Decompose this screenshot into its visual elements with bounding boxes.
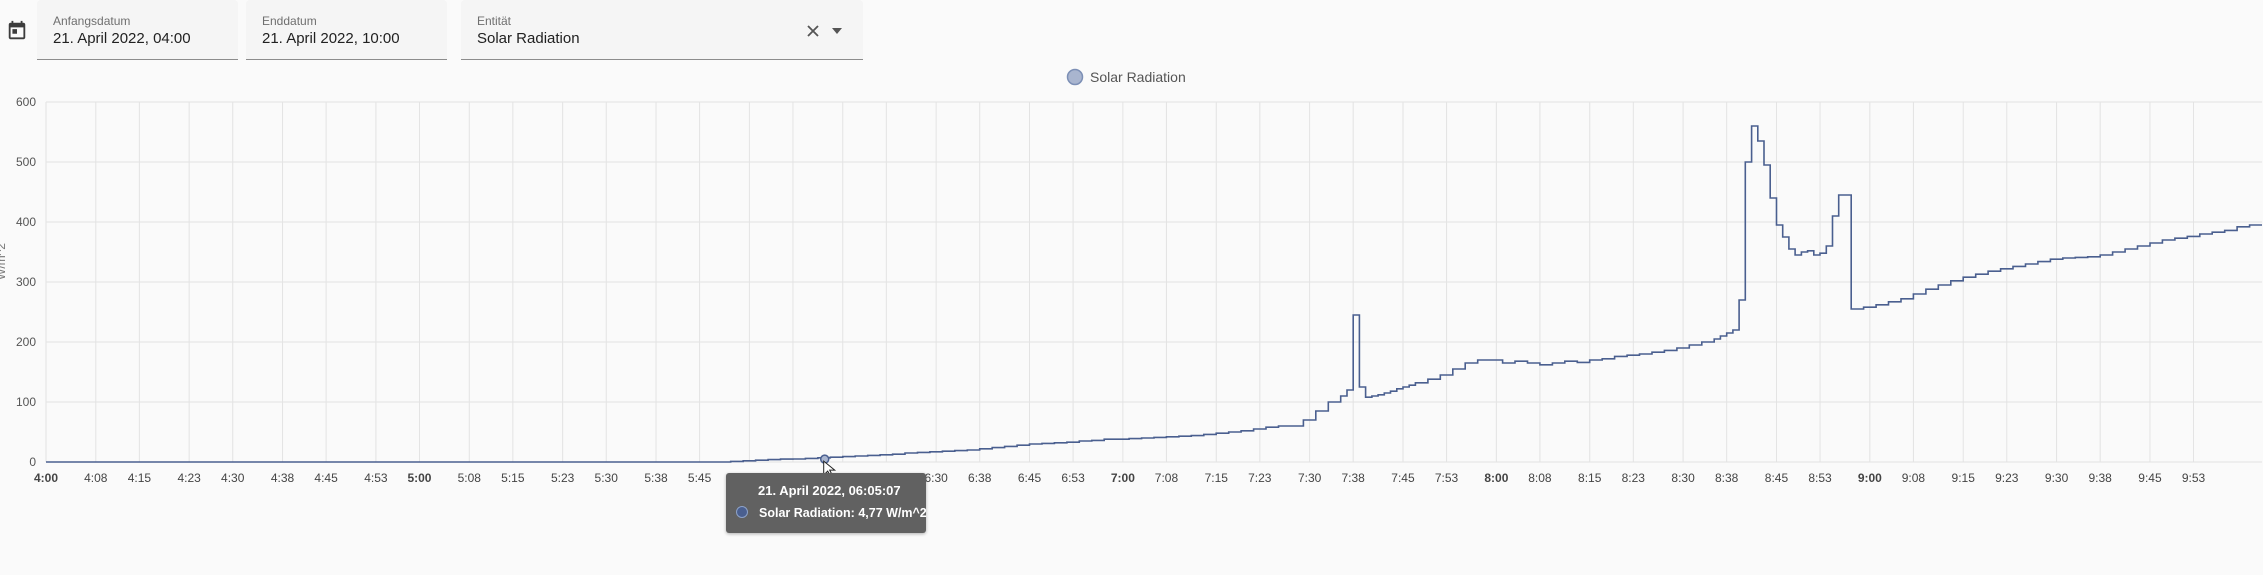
x-tick-label: 4:53 xyxy=(364,471,388,485)
y-tick-label: 600 xyxy=(16,95,36,109)
x-tick-label: 8:45 xyxy=(1765,471,1789,485)
x-tick-label: 9:08 xyxy=(1902,471,1926,485)
x-tick-label: 4:15 xyxy=(128,471,152,485)
y-tick-label: 300 xyxy=(16,275,36,289)
tooltip-title: 21. April 2022, 06:05:07 xyxy=(758,483,901,498)
legend-label-solar-radiation: Solar Radiation xyxy=(1090,69,1186,85)
x-tick-label: 6:38 xyxy=(968,471,992,485)
x-tick-label: 5:00 xyxy=(407,471,431,485)
x-tick-label: 4:00 xyxy=(34,471,58,485)
x-tick-label: 8:00 xyxy=(1484,471,1508,485)
x-tick-label: 5:15 xyxy=(501,471,525,485)
x-tick-label: 4:08 xyxy=(84,471,108,485)
x-tick-label: 7:08 xyxy=(1155,471,1179,485)
y-axis-label: W/m^2 xyxy=(0,243,8,280)
tooltip-value: Solar Radiation: 4,77 W/m^2 xyxy=(759,506,927,520)
x-tick-label: 6:45 xyxy=(1018,471,1042,485)
x-tick-label: 8:08 xyxy=(1528,471,1552,485)
x-tick-label: 6:53 xyxy=(1061,471,1085,485)
chart-tooltip: 21. April 2022, 06:05:07 Solar Radiation… xyxy=(726,473,927,533)
y-axis-ticks: 0 100 200 300 400 500 600 xyxy=(16,95,36,469)
x-tick-label: 8:30 xyxy=(1671,471,1695,485)
x-tick-label: 4:30 xyxy=(221,471,245,485)
series-line-solar-radiation xyxy=(46,125,2262,463)
y-tick-label: 400 xyxy=(16,215,36,229)
x-tick-label: 7:00 xyxy=(1111,471,1135,485)
x-tick-label: 4:23 xyxy=(177,471,201,485)
x-tick-label: 9:23 xyxy=(1995,471,2019,485)
plot-area xyxy=(46,125,2262,478)
x-tick-label: 5:08 xyxy=(458,471,482,485)
x-tick-label: 7:53 xyxy=(1435,471,1459,485)
x-tick-label: 7:15 xyxy=(1205,471,1229,485)
x-tick-label: 4:45 xyxy=(314,471,338,485)
x-tick-label: 9:00 xyxy=(1858,471,1882,485)
x-tick-label: 8:38 xyxy=(1715,471,1739,485)
x-tick-label: 5:30 xyxy=(595,471,619,485)
x-tick-label: 8:23 xyxy=(1622,471,1646,485)
legend-marker-solar-radiation xyxy=(1066,68,1084,86)
x-tick-label: 9:53 xyxy=(2182,471,2206,485)
history-chart: Solar Radiation W/m^2 0 100 200 300 400 500 60… xyxy=(0,68,2262,485)
x-tick-label: 9:30 xyxy=(2045,471,2069,485)
x-tick-label: 5:38 xyxy=(644,471,668,485)
tooltip-series-marker xyxy=(736,506,748,518)
x-tick-label: 5:23 xyxy=(551,471,575,485)
x-tick-label: 7:38 xyxy=(1342,471,1366,485)
chart-legend[interactable]: Solar Radiation xyxy=(1066,68,1186,86)
x-tick-label: 8:15 xyxy=(1578,471,1602,485)
chart-grid xyxy=(45,101,2262,463)
y-tick-label: 500 xyxy=(16,155,36,169)
x-tick-label: 8:53 xyxy=(1808,471,1832,485)
x-tick-label: 9:15 xyxy=(1952,471,1976,485)
x-tick-label: 9:38 xyxy=(2088,471,2112,485)
y-tick-label: 100 xyxy=(16,395,36,409)
y-tick-label: 0 xyxy=(29,455,36,469)
x-tick-label: 6:30 xyxy=(924,471,948,485)
x-tick-label: 5:45 xyxy=(688,471,712,485)
x-tick-label: 9:45 xyxy=(2138,471,2162,485)
x-tick-label: 4:38 xyxy=(271,471,295,485)
x-tick-label: 7:45 xyxy=(1391,471,1415,485)
x-axis-ticks: 4:00 4:08 4:15 4:23 4:30 4:38 4:45 4:53 5:00 5:08… xyxy=(34,471,2206,485)
y-tick-label: 200 xyxy=(16,335,36,349)
x-tick-label: 7:23 xyxy=(1248,471,1272,485)
x-tick-label: 7:30 xyxy=(1298,471,1322,485)
